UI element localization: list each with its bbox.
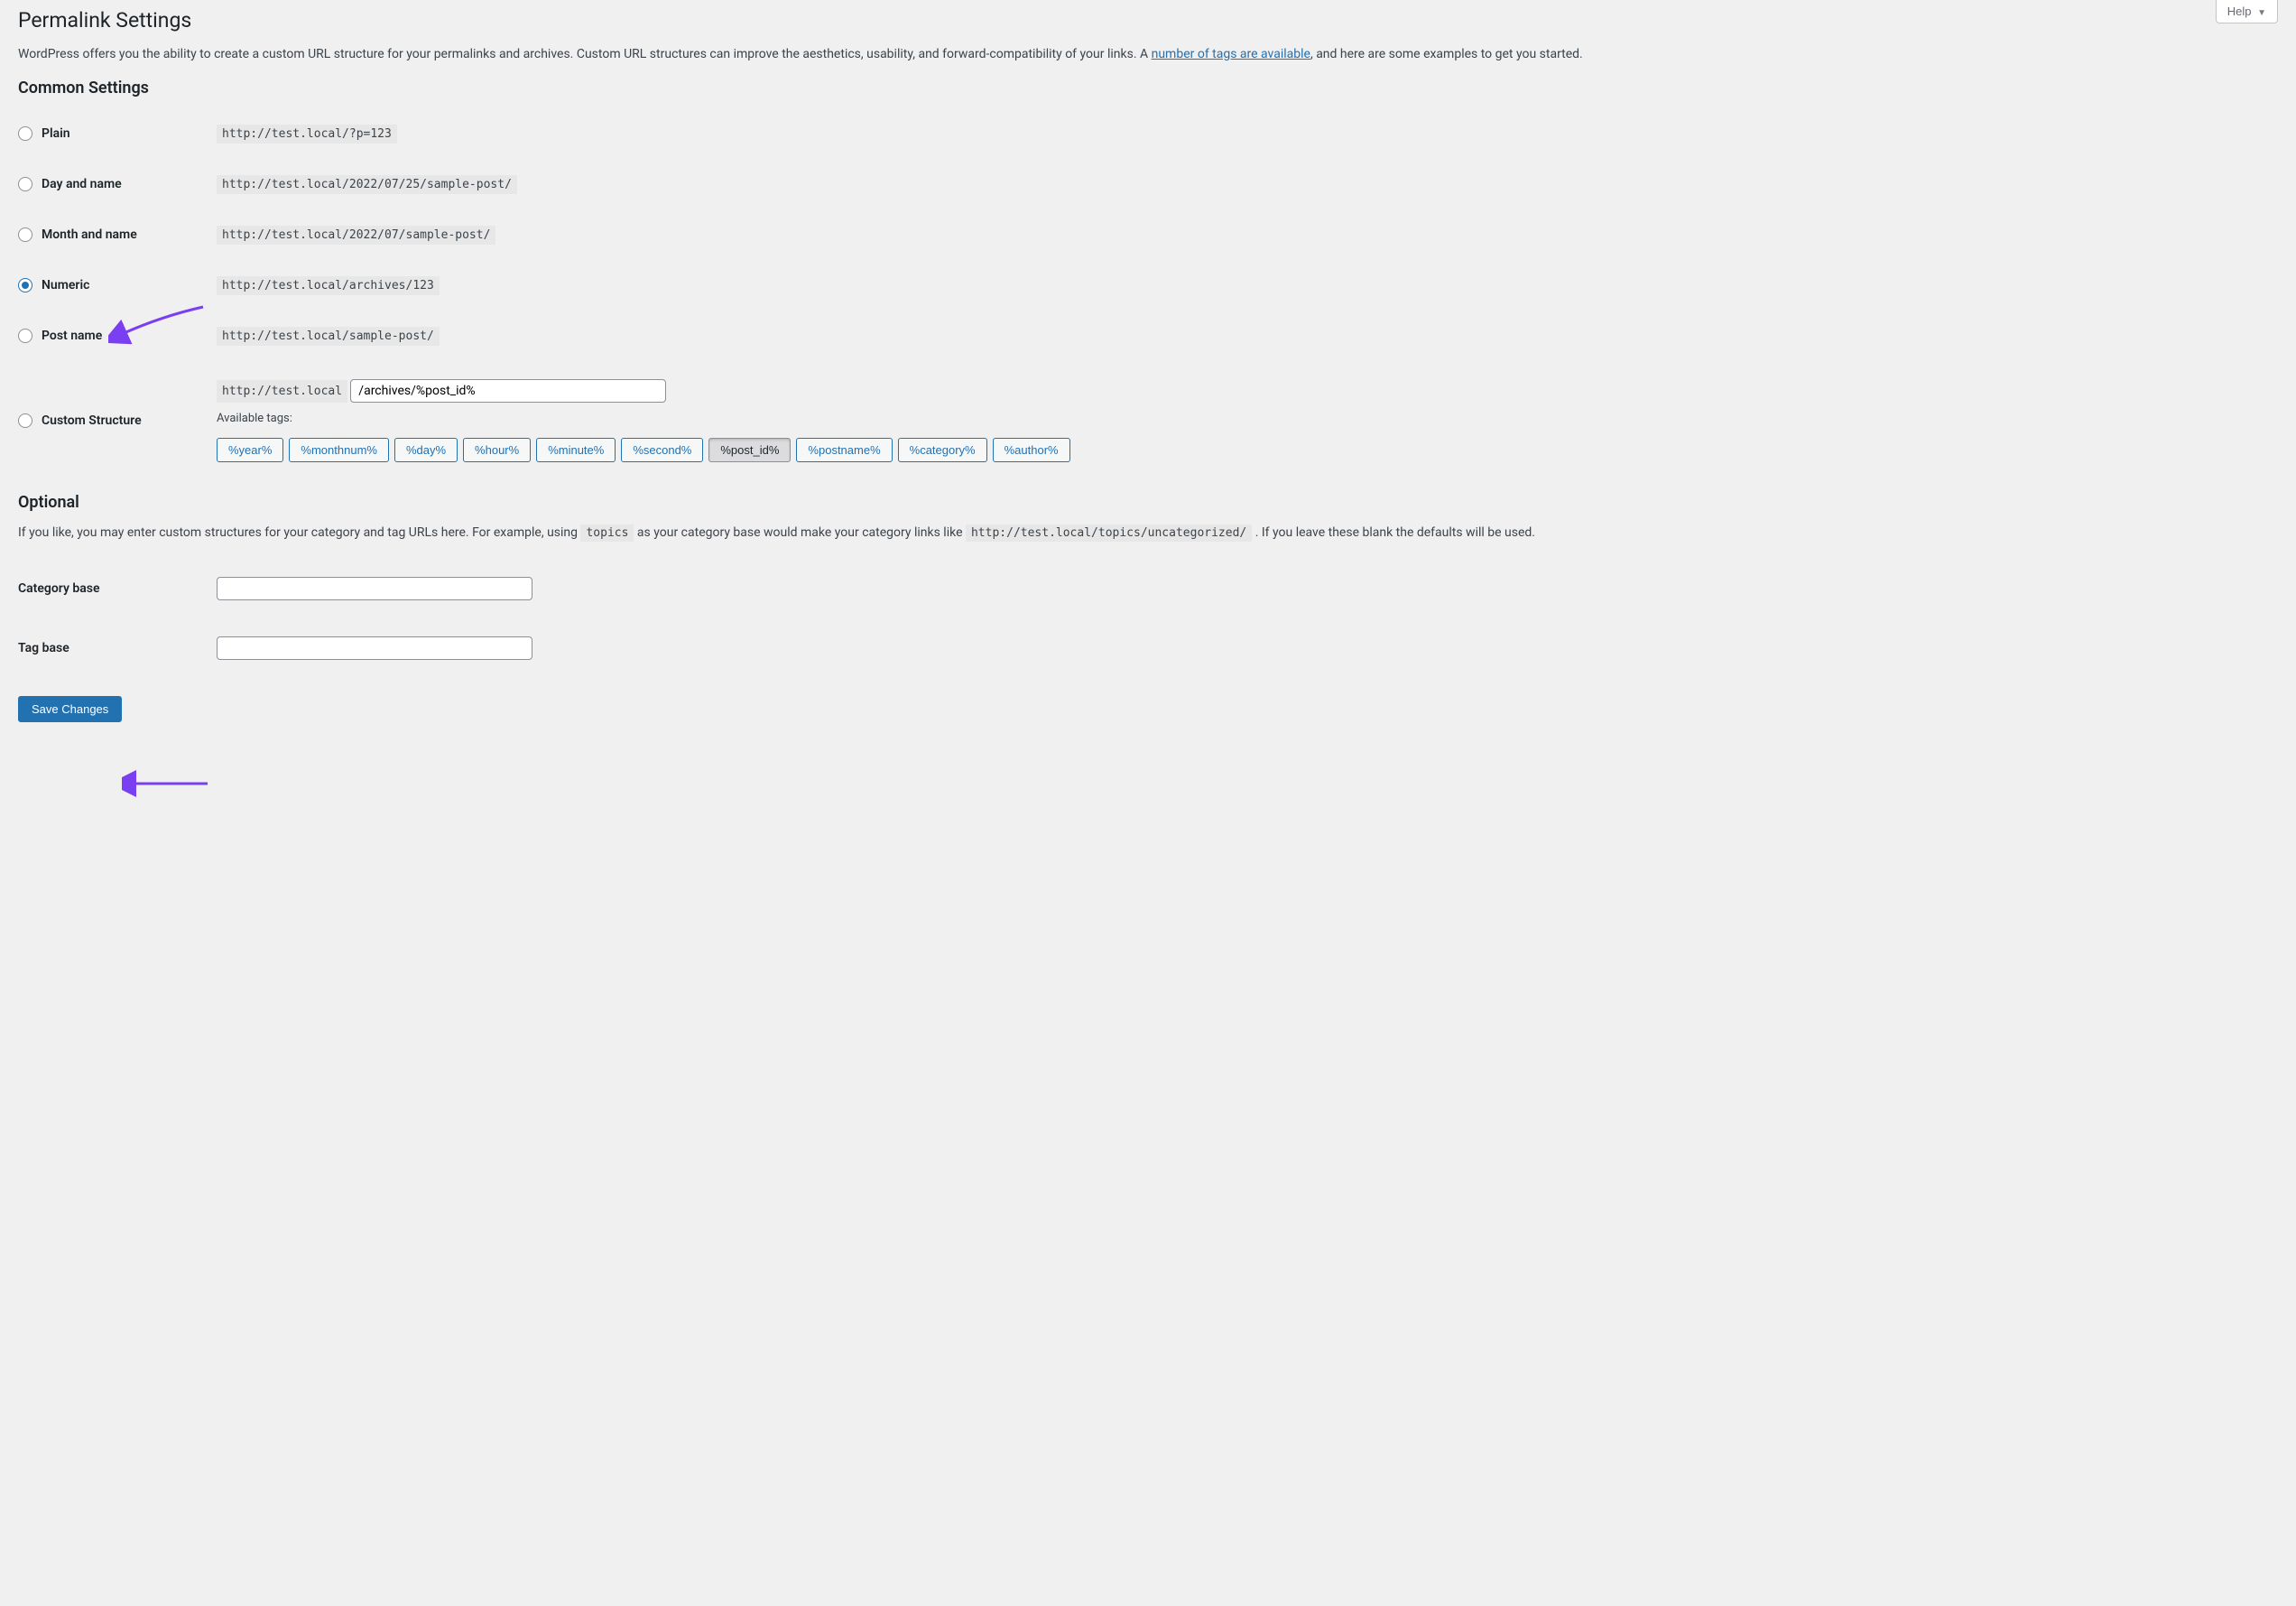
structure-example: http://test.local/2022/07/25/sample-post… [217, 175, 517, 194]
structure-example: http://test.local/sample-post/ [217, 327, 440, 346]
radio-day-name[interactable] [18, 177, 32, 191]
optional-text3: . If you leave these blank the defaults … [1252, 525, 1535, 540]
radio-label-custom[interactable]: Custom Structure [18, 413, 208, 428]
page-title: Permalink Settings [18, 0, 2278, 36]
optional-table: Category base Tag base [18, 559, 2278, 678]
structure-row-day-name: Day and name http://test.local/2022/07/2… [18, 159, 2278, 209]
tag-base-input[interactable] [217, 636, 532, 660]
common-settings-heading: Common Settings [18, 79, 2278, 97]
structure-example: http://test.local/2022/07/sample-post/ [217, 226, 495, 245]
optional-code1: topics [580, 525, 634, 542]
structure-label: Numeric [42, 278, 89, 292]
structure-row-post-name: Post name http://test.local/sample-post/ [18, 311, 2278, 361]
radio-label-day-name[interactable]: Day and name [18, 177, 208, 191]
help-button[interactable]: Help ▼ [2216, 0, 2278, 23]
tag-hour[interactable]: %hour% [463, 438, 531, 462]
radio-numeric[interactable] [18, 278, 32, 292]
category-base-label: Category base [18, 559, 217, 618]
optional-text2: as your category base would make your ca… [634, 525, 966, 540]
radio-post-name[interactable] [18, 329, 32, 343]
category-base-row: Category base [18, 559, 2278, 618]
tag-day[interactable]: %day% [394, 438, 458, 462]
common-settings-table: Plain http://test.local/?p=123 Day and n… [18, 108, 2278, 480]
structure-label: Plain [42, 126, 70, 141]
radio-month-name[interactable] [18, 227, 32, 242]
tag-author[interactable]: %author% [993, 438, 1070, 462]
tag-base-row: Tag base [18, 618, 2278, 678]
radio-label-month-name[interactable]: Month and name [18, 227, 208, 242]
radio-custom[interactable] [18, 413, 32, 428]
structure-row-month-name: Month and name http://test.local/2022/07… [18, 209, 2278, 260]
save-button[interactable]: Save Changes [18, 696, 122, 722]
structure-label: Day and name [42, 177, 122, 191]
tag-base-label: Tag base [18, 618, 217, 678]
structure-example: http://test.local/archives/123 [217, 276, 440, 295]
intro-text-after: , and here are some examples to get you … [1310, 47, 1583, 61]
optional-code2: http://test.local/topics/uncategorized/ [966, 525, 1252, 542]
chevron-down-icon: ▼ [2257, 8, 2266, 18]
radio-label-numeric[interactable]: Numeric [18, 278, 208, 292]
structure-example: http://test.local/?p=123 [217, 125, 397, 144]
help-label: Help [2227, 5, 2252, 18]
structure-row-numeric: Numeric http://test.local/archives/123 [18, 260, 2278, 311]
structure-label: Post name [42, 329, 102, 343]
custom-prefix: http://test.local [217, 380, 347, 403]
category-base-input[interactable] [217, 577, 532, 600]
radio-label-post-name[interactable]: Post name [18, 329, 208, 343]
custom-structure-input[interactable] [350, 379, 666, 403]
tag-year[interactable]: %year% [217, 438, 283, 462]
structure-row-custom: Custom Structure http://test.local Avail… [18, 361, 2278, 480]
structure-label: Month and name [42, 227, 137, 242]
tag-minute[interactable]: %minute% [536, 438, 616, 462]
tag-second[interactable]: %second% [621, 438, 703, 462]
tag-buttons: %year% %monthnum% %day% %hour% %minute% … [217, 438, 2269, 462]
available-tags-label: Available tags: [217, 412, 2269, 425]
tag-category[interactable]: %category% [898, 438, 987, 462]
radio-plain[interactable] [18, 126, 32, 141]
tag-monthnum[interactable]: %monthnum% [289, 438, 389, 462]
tags-available-link[interactable]: number of tags are available [1152, 47, 1310, 61]
optional-text1: If you like, you may enter custom struct… [18, 525, 580, 540]
intro-paragraph: WordPress offers you the ability to crea… [18, 45, 2278, 64]
annotation-arrow-save [122, 770, 212, 797]
radio-label-plain[interactable]: Plain [18, 126, 208, 141]
structure-label: Custom Structure [42, 413, 142, 428]
tag-post-id[interactable]: %post_id% [708, 438, 791, 462]
intro-text-before: WordPress offers you the ability to crea… [18, 47, 1152, 61]
structure-row-plain: Plain http://test.local/?p=123 [18, 108, 2278, 159]
optional-intro: If you like, you may enter custom struct… [18, 523, 2278, 544]
optional-heading: Optional [18, 493, 2278, 512]
tag-postname[interactable]: %postname% [796, 438, 892, 462]
